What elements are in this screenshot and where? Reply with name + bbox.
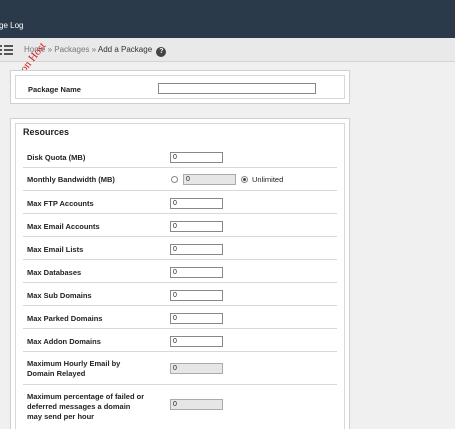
header-title: ge Log [0,21,24,30]
top-header-bar: ge Log [0,0,455,38]
monthly-bandwidth-input[interactable] [183,174,236,185]
bandwidth-limited-radio[interactable] [171,176,178,183]
max-email-accounts-input[interactable] [170,221,223,232]
disk-quota-label: Disk Quota (MB) [27,153,86,162]
max-hourly-email-label: Maximum Hourly Email by Domain Relayed [27,359,121,378]
field-row-max-hourly-email: Maximum Hourly Email by Domain Relayed [23,352,337,385]
breadcrumb-separator: » [47,45,53,54]
disk-quota-input[interactable] [170,152,223,163]
max-failed-percentage-input[interactable] [170,399,223,410]
package-name-label: Package Name [28,85,81,94]
package-name-panel: Package Name [10,70,350,104]
max-databases-input[interactable] [170,267,223,278]
max-parked-domains-label: Max Parked Domains [27,314,103,323]
max-databases-label: Max Databases [27,268,82,277]
package-name-input[interactable] [158,83,316,94]
field-row-max-sub-domains: Max Sub Domains [23,283,337,306]
breadcrumb-bar: Home » Packages » Add a Package ? [0,38,455,62]
field-row-max-failed-percentage: Maximum percentage of failed or deferred… [23,385,337,429]
bandwidth-unlimited-label: Unlimited [252,175,284,184]
max-email-accounts-label: Max Email Accounts [27,222,100,231]
max-sub-domains-label: Max Sub Domains [27,291,92,300]
field-row-max-ftp: Max FTP Accounts [23,191,337,214]
field-row-max-email-lists: Max Email Lists [23,237,337,260]
field-row-monthly-bandwidth: Monthly Bandwidth (MB) Unlimited [23,168,337,191]
breadcrumb-packages-link[interactable]: Packages [54,45,89,54]
max-sub-domains-input[interactable] [170,290,223,301]
max-addon-domains-label: Max Addon Domains [27,337,101,346]
menu-icon[interactable] [0,45,13,55]
resources-panel: Resources Disk Quota (MB) Monthly Bandwi… [10,118,350,429]
breadcrumb-separator: » [91,45,97,54]
field-row-max-addon-domains: Max Addon Domains [23,329,337,352]
help-icon[interactable]: ? [156,47,167,57]
max-ftp-input[interactable] [170,198,223,209]
field-row-max-email-accounts: Max Email Accounts [23,214,337,237]
field-row-max-databases: Max Databases [23,260,337,283]
max-email-lists-label: Max Email Lists [27,245,84,254]
field-row-disk-quota: Disk Quota (MB) [23,149,337,168]
breadcrumb-current: Add a Package [97,45,153,54]
field-row-max-parked-domains: Max Parked Domains [23,306,337,329]
max-parked-domains-input[interactable] [170,313,223,324]
max-failed-percentage-label: Maximum percentage of failed or deferred… [27,392,145,421]
max-email-lists-input[interactable] [170,244,223,255]
max-hourly-email-input[interactable] [170,363,223,374]
monthly-bandwidth-label: Monthly Bandwidth (MB) [27,175,115,184]
max-addon-domains-input[interactable] [170,336,223,347]
bandwidth-unlimited-radio[interactable] [241,176,248,183]
max-ftp-label: Max FTP Accounts [27,199,94,208]
resources-heading: Resources [23,127,70,137]
